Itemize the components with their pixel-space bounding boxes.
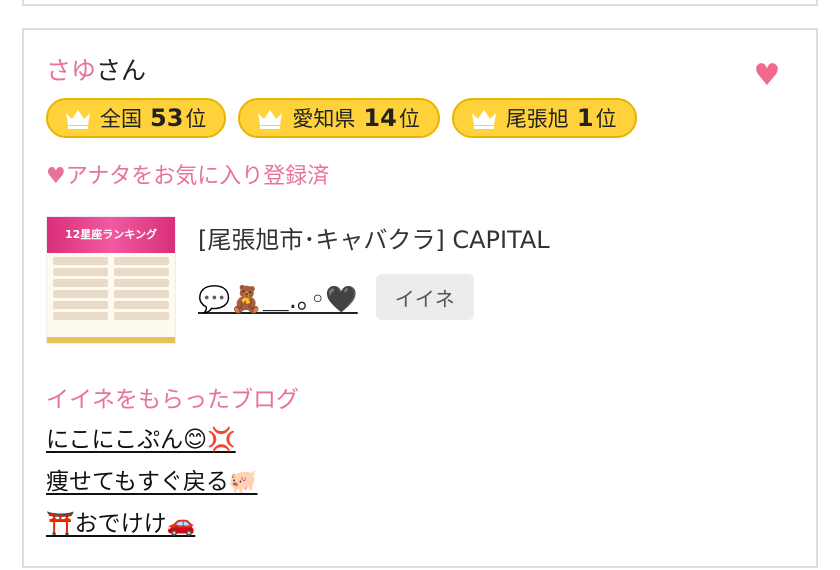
rank-number: 14	[363, 104, 397, 132]
rank-badge-area: 尾張旭 1 位	[451, 98, 637, 138]
rank-label: 尾張旭	[505, 107, 569, 131]
shop-title[interactable]: [尾張旭市･キャバクラ] CAPITAL	[198, 220, 550, 255]
thumbnail-heading: 12星座ランキング	[47, 217, 175, 253]
blog-link[interactable]: 痩せてもすぐ戻る🐖	[46, 466, 258, 498]
crown-icon	[258, 110, 283, 129]
rank-label: 全国	[100, 107, 142, 131]
shop-thumbnail[interactable]: 12星座ランキング	[46, 216, 176, 344]
thumbnail-content	[47, 253, 175, 324]
rank-label: 愛知県	[292, 107, 356, 131]
rank-badge-prefecture: 愛知県 14 位	[238, 98, 440, 138]
blog-link[interactable]: ⛩️おでけけ🚗	[46, 508, 258, 540]
favorite-status-note: ♥アナタをお気に入り登録済	[46, 164, 330, 189]
profile-name-text[interactable]: さゆ	[46, 56, 96, 85]
blog-link[interactable]: にこにこぷん😊💢	[46, 424, 258, 456]
crown-icon	[471, 110, 496, 129]
rank-unit: 位	[398, 107, 420, 131]
status-message-link[interactable]: 💬🧸＿.｡◦🖤	[198, 279, 358, 316]
previous-card-bottom	[22, 0, 818, 6]
profile-name-suffix: さん	[96, 56, 147, 85]
rank-number: 1	[576, 104, 594, 132]
status-row: 💬🧸＿.｡◦🖤 イイネ	[198, 274, 474, 320]
profile-name[interactable]: さゆさん	[46, 54, 146, 88]
liked-blogs-heading: イイネをもらったブログ	[46, 387, 299, 413]
crown-icon	[66, 110, 90, 129]
rank-unit: 位	[185, 107, 207, 131]
liked-blogs-list: にこにこぷん😊💢 痩せてもすぐ戻る🐖 ⛩️おでけけ🚗	[46, 424, 258, 550]
ranking-badges: 全国 53 位 愛知県 14 位 尾張旭 1 位	[46, 98, 637, 138]
rank-badge-national: 全国 53 位	[46, 98, 227, 138]
like-button[interactable]: イイネ	[375, 274, 474, 320]
rank-number: 53	[150, 104, 184, 132]
heart-icon[interactable]: ♥	[752, 61, 782, 91]
profile-card: さゆさん ♥ 全国 53 位 愛知県 14 位 尾張旭 1 位 ♥アナタをお気に…	[22, 28, 818, 568]
rank-unit: 位	[595, 107, 617, 131]
